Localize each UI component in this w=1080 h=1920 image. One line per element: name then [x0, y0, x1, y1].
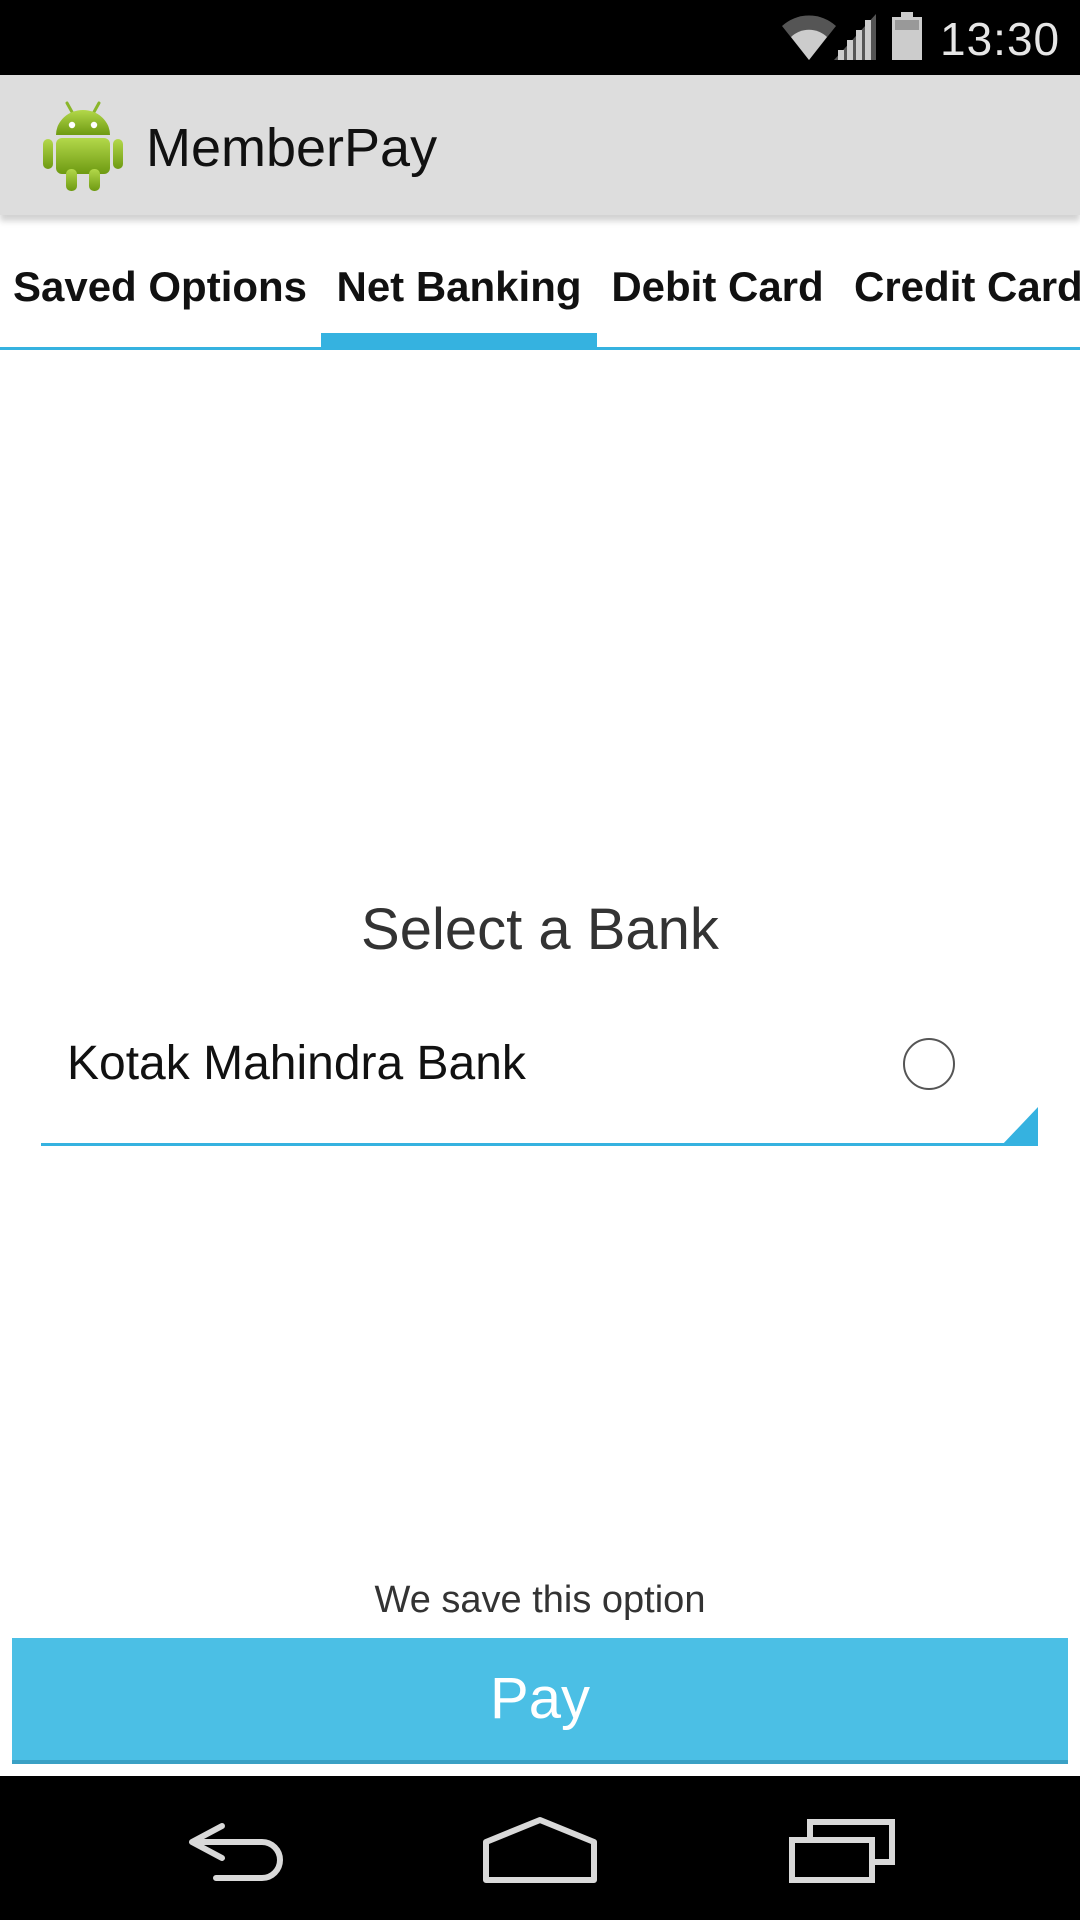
action-bar: MemberPay	[0, 75, 1080, 215]
tab-debit-card[interactable]: Debit Card	[597, 215, 838, 347]
recents-icon[interactable]	[786, 1814, 898, 1886]
tab-credit-card[interactable]: Credit Card	[838, 215, 1080, 347]
selected-tab-indicator	[321, 333, 597, 347]
tab-net-banking[interactable]: Net Banking	[321, 215, 597, 347]
android-icon	[43, 101, 123, 191]
wifi-icon	[782, 15, 836, 60]
nav-bar	[0, 1776, 1080, 1920]
save-option-note: We save this option	[374, 1579, 706, 1621]
spinner-underline	[41, 1143, 1038, 1146]
signal-icon	[834, 14, 876, 60]
battery-icon	[892, 12, 922, 60]
tab-saved-options[interactable]: Saved Options	[0, 215, 320, 347]
radio-icon[interactable]	[903, 1038, 955, 1090]
select-bank-heading: Select a Bank	[361, 897, 719, 962]
status-bar: 13:30	[0, 0, 1080, 75]
dropdown-corner-icon	[1001, 1107, 1038, 1146]
back-icon[interactable]	[180, 1816, 290, 1886]
bank-spinner[interactable]: Kotak Mahindra Bank	[41, 1005, 1038, 1146]
home-icon[interactable]	[480, 1814, 600, 1886]
status-clock: 13:30	[940, 13, 1061, 65]
screen: 13:30 MemberPay Saved Options Net Bankin…	[0, 0, 1080, 1920]
app-title: MemberPay	[146, 118, 438, 178]
tab-strip: Saved Options Net Banking Debit Card Cre…	[0, 215, 1080, 350]
pay-button[interactable]: Pay	[12, 1638, 1068, 1764]
bank-spinner-value: Kotak Mahindra Bank	[67, 1037, 526, 1090]
